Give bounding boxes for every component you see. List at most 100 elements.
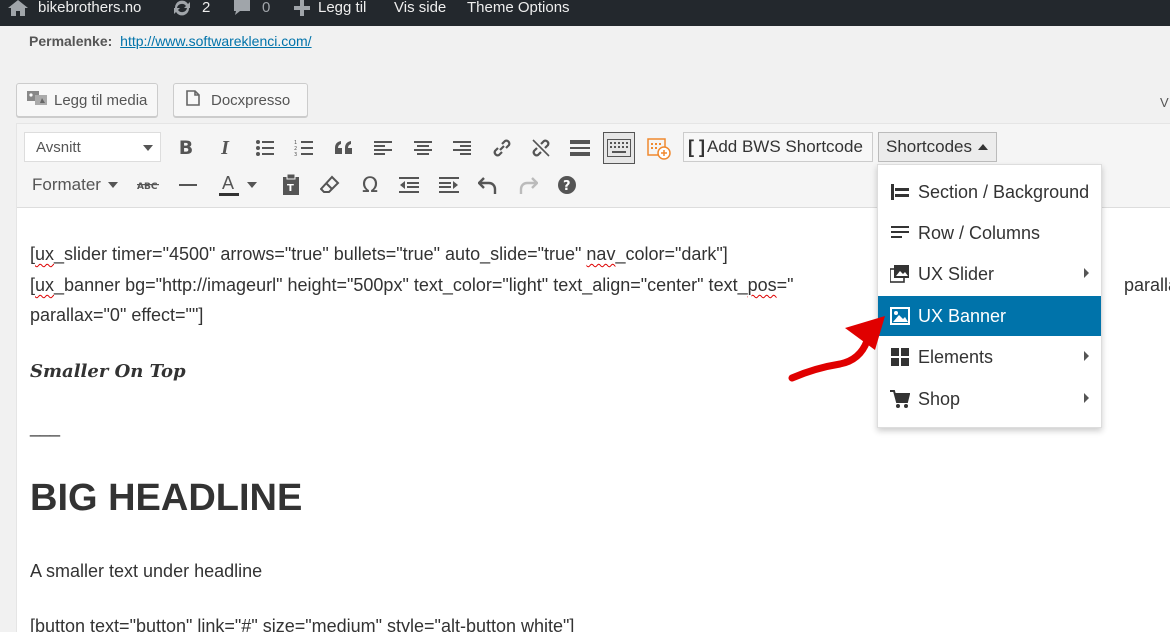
section-icon	[890, 182, 910, 202]
add-media-label: Legg til media	[54, 91, 148, 109]
theme-options-link[interactable]: Theme Options	[467, 0, 570, 26]
indent-button[interactable]	[435, 171, 463, 199]
align-right-button[interactable]	[448, 134, 476, 162]
strikethrough-button[interactable]: ABC	[134, 171, 162, 199]
site-menu[interactable]: bikebrothers.no	[8, 0, 141, 26]
chevron-down-icon	[107, 182, 118, 188]
theme-options-label: Theme Options	[467, 0, 570, 16]
permalink-url[interactable]: http://www.softwareklenci.com/	[120, 33, 311, 49]
outdent-button[interactable]	[395, 171, 423, 199]
chevron-down-icon	[143, 145, 153, 151]
align-center-button[interactable]	[409, 134, 437, 162]
menu-item-section-background[interactable]: Section / Background	[878, 172, 1101, 212]
shortcodes-menu: Section / Background Row / Columns UX Sl…	[877, 164, 1102, 428]
spellcheck-word: nav	[586, 244, 616, 264]
slider-images-icon	[890, 264, 910, 284]
link-icon	[493, 139, 511, 157]
big-headline: BIG HEADLINE	[30, 477, 303, 519]
menu-item-label: Shop	[918, 388, 961, 409]
banner-shortcode-line-2: parallax="0" effect=""]	[30, 305, 204, 325]
add-bws-shortcode-button[interactable]: [ ] Add BWS Shortcode	[683, 132, 873, 162]
bullet-list-button[interactable]	[251, 134, 279, 162]
calendar-shortcode-button[interactable]	[645, 134, 673, 162]
clear-formatting-button[interactable]	[316, 171, 344, 199]
new-content-menu[interactable]: Legg til	[294, 0, 366, 26]
shortcodes-label: Shortcodes	[886, 137, 972, 156]
docxpresso-button[interactable]: Docxpresso	[173, 83, 308, 117]
unlink-icon	[532, 139, 550, 157]
chevron-down-icon	[247, 182, 257, 188]
separator-text: ___	[30, 417, 61, 437]
strikethrough-icon: ABC	[137, 182, 159, 192]
insert-link-button[interactable]	[488, 134, 516, 162]
text-color-icon: A	[219, 173, 239, 196]
docxpresso-label: Docxpresso	[211, 91, 291, 109]
italic-subheading: Smaller On Top	[30, 361, 186, 382]
text-run: _color="dark"]	[615, 244, 728, 264]
menu-item-label: Elements	[918, 346, 994, 367]
text-color-dropdown[interactable]	[243, 171, 261, 199]
new-content-label: Legg til	[318, 0, 367, 16]
rows-icon	[890, 223, 910, 243]
spellcheck-word: ux	[35, 275, 55, 295]
home-icon	[8, 0, 28, 16]
editor-tab-fragment[interactable]: V	[1160, 95, 1169, 110]
svg-text:?: ?	[563, 179, 571, 194]
text-color-button[interactable]: A	[215, 171, 243, 199]
menu-item-label: Row / Columns	[918, 222, 1041, 243]
shortcodes-dropdown-button[interactable]: Shortcodes	[878, 132, 997, 162]
chevron-right-icon	[1084, 393, 1089, 403]
text-run: ="	[776, 275, 794, 295]
menu-item-ux-banner[interactable]: UX Banner	[878, 296, 1101, 336]
button-shortcode-line: [button text="button" link="#" size="med…	[30, 616, 575, 632]
numbered-list-icon: 123	[294, 140, 313, 157]
add-media-button[interactable]: Legg til media	[16, 83, 159, 117]
help-button[interactable]: ?	[553, 171, 581, 199]
italic-button[interactable]: I	[211, 134, 239, 162]
indent-icon	[439, 177, 459, 193]
updates-menu[interactable]: 2	[172, 0, 210, 26]
menu-item-label: UX Slider	[918, 263, 995, 284]
add-bws-shortcode-label: Add BWS Shortcode	[707, 137, 863, 156]
quote-icon	[335, 141, 352, 154]
horizontal-rule-button[interactable]	[174, 171, 202, 199]
toolbar-toggle-button[interactable]	[603, 132, 635, 164]
bold-button[interactable]: B	[172, 134, 200, 162]
align-left-button[interactable]	[369, 134, 397, 162]
numbered-list-button[interactable]: 123	[290, 134, 318, 162]
banner-shortcode-overflow: parallax	[1124, 275, 1170, 295]
special-character-button[interactable]: Ω	[356, 171, 384, 199]
undo-button[interactable]	[474, 171, 502, 199]
blockquote-button[interactable]	[330, 134, 358, 162]
updates-icon	[172, 0, 192, 16]
menu-item-elements[interactable]: Elements	[878, 337, 1101, 377]
cart-icon	[890, 389, 910, 409]
view-page-link[interactable]: Vis side	[394, 0, 446, 26]
redo-button[interactable]	[514, 171, 542, 199]
svg-text:3: 3	[294, 152, 297, 157]
block-format-select[interactable]: Avsnitt	[24, 132, 161, 162]
menu-item-ux-slider[interactable]: UX Slider	[878, 254, 1101, 294]
eraser-icon	[320, 175, 340, 193]
read-more-button[interactable]	[566, 134, 594, 162]
horizontal-line-icon	[179, 184, 197, 186]
clipboard-icon: T	[283, 174, 299, 195]
formats-dropdown[interactable]: Formater	[32, 175, 118, 195]
italic-icon: I	[221, 136, 229, 159]
menu-item-shop[interactable]: Shop	[878, 379, 1101, 419]
brackets-icon: [ ]	[688, 136, 705, 157]
text-run: _banner bg="http://imageurl" height="500…	[54, 275, 748, 295]
comments-menu[interactable]: 0	[232, 0, 270, 26]
outdent-icon	[399, 177, 419, 193]
unlink-button[interactable]	[527, 134, 555, 162]
align-left-icon	[374, 141, 392, 155]
admin-bar: bikebrothers.no 2 0 Legg til Vis side Th…	[0, 0, 1170, 26]
paste-as-text-button[interactable]: T	[277, 171, 305, 199]
menu-item-label: Section / Background	[918, 181, 1090, 202]
block-format-value: Avsnitt	[36, 139, 81, 156]
omega-icon: Ω	[361, 173, 379, 197]
chevron-right-icon	[1084, 351, 1089, 361]
site-name: bikebrothers.no	[38, 0, 142, 16]
annotation-arrow	[788, 316, 885, 382]
menu-item-row-columns[interactable]: Row / Columns	[878, 213, 1101, 253]
